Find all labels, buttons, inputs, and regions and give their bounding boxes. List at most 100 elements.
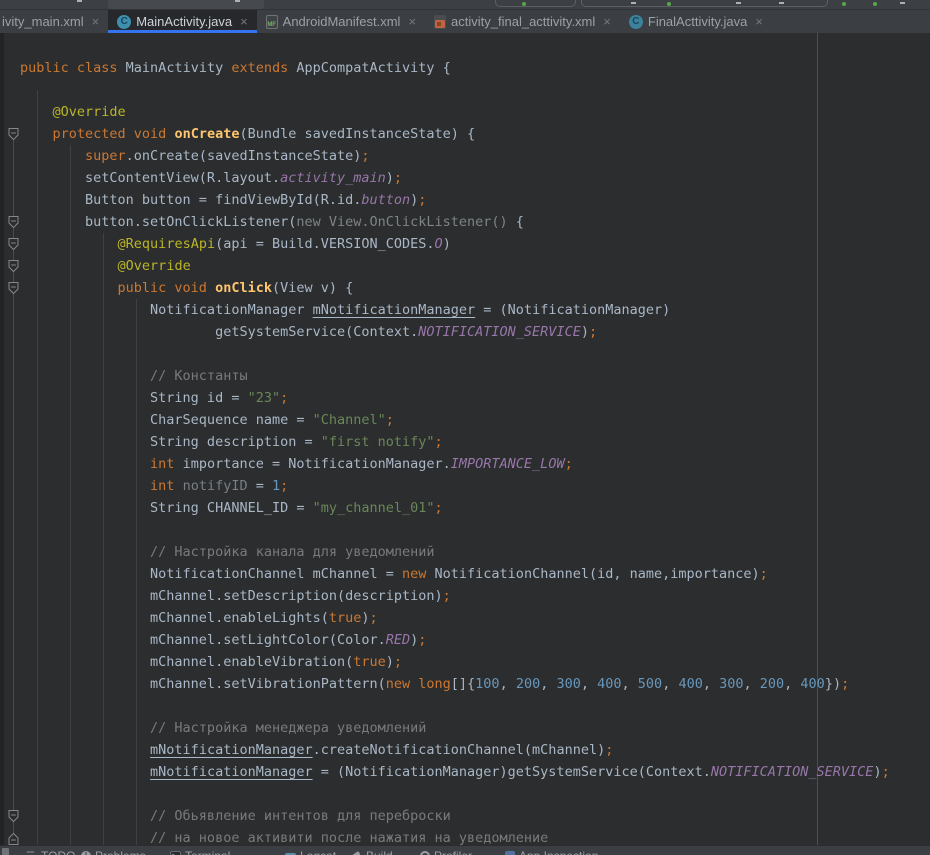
- tool-window-label: Profiler: [434, 849, 472, 855]
- fold-collapse-icon[interactable]: [8, 810, 19, 828]
- code-line: [20, 79, 890, 101]
- fold-collapse-icon[interactable]: [8, 216, 19, 234]
- code-line: mNotificationManager = (NotificationMana…: [20, 761, 890, 783]
- main-toolbar: [0, 0, 930, 10]
- build-icon: [351, 851, 362, 855]
- code-line: public class MainActivity extends AppCom…: [20, 57, 890, 79]
- fold-collapse-icon[interactable]: [8, 128, 19, 146]
- toolbar-icon-fragment: [900, 2, 905, 4]
- tab-activity-final-acttivity-xml[interactable]: activity_final_acttivity.xml ×: [425, 10, 620, 33]
- code-line: @Override: [20, 101, 890, 123]
- toolbar-icon-fragment: [631, 2, 636, 4]
- run-icon: [842, 2, 846, 6]
- code-line: mChannel.enableVibration(true);: [20, 651, 890, 673]
- tool-window-button-todo[interactable]: ☰ TODO: [26, 849, 75, 855]
- tab-label: ivity_main.xml: [2, 14, 84, 29]
- tab-label: FinalActtivity.java: [648, 14, 747, 29]
- code-line: // Константы: [20, 365, 890, 387]
- code-line: @RequiresApi(api = Build.VERSION_CODES.O…: [20, 233, 890, 255]
- tool-window-label: TODO: [41, 849, 75, 855]
- close-icon[interactable]: ×: [755, 14, 763, 29]
- code-line: [20, 519, 890, 541]
- code-line: // Настройка менеджера уведомлений: [20, 717, 890, 739]
- close-icon[interactable]: ×: [92, 14, 100, 29]
- toolbar-icon-fragment: [235, 0, 240, 2]
- debug-icon: [873, 2, 877, 6]
- code-line: @Override: [20, 255, 890, 277]
- tool-window-label: Logcat: [300, 849, 336, 855]
- code-line: mChannel.setLightColor(Color.RED);: [20, 629, 890, 651]
- inspection-icon: [505, 851, 515, 855]
- todo-icon: ☰: [26, 851, 37, 855]
- toolbar-icon-fragment: [736, 2, 741, 4]
- code-line: String CHANNEL_ID = "my_channel_01";: [20, 497, 890, 519]
- fold-collapse-icon[interactable]: [8, 282, 19, 300]
- problems-icon: !: [81, 851, 91, 855]
- toolbar-button-fragment[interactable]: [108, 0, 264, 9]
- code-line: int notifyID = 1;: [20, 475, 890, 497]
- code-line: mChannel.setVibrationPattern(new long[]{…: [20, 673, 890, 695]
- manifest-file-icon: MF: [266, 15, 278, 29]
- code-line: mChannel.setDescription(description);: [20, 585, 890, 607]
- code-line: [20, 695, 890, 717]
- tab-androidmanifest-xml[interactable]: MF AndroidManifest.xml ×: [257, 10, 425, 33]
- tool-window-button-terminal[interactable]: >_ Terminal: [170, 849, 230, 855]
- terminal-icon: >_: [170, 851, 181, 855]
- fold-collapse-icon[interactable]: [8, 238, 19, 256]
- tool-window-button-profiler[interactable]: Profiler: [420, 849, 472, 855]
- code-line: NotificationChannel mChannel = new Notif…: [20, 563, 890, 585]
- code-line: [20, 783, 890, 805]
- code-line: Button button = findViewById(R.id.button…: [20, 189, 890, 211]
- tab-finalacttivity-java[interactable]: C FinalActtivity.java ×: [620, 10, 772, 33]
- code-line: super.onCreate(savedInstanceState);: [20, 145, 890, 167]
- code-line: NotificationManager mNotificationManager…: [20, 299, 890, 321]
- code-line: int importance = NotificationManager.IMP…: [20, 453, 890, 475]
- tool-window-button-problems[interactable]: ! Problems: [81, 849, 146, 855]
- code-line: public void onClick(View v) {: [20, 277, 890, 299]
- run-config-button-fragment[interactable]: [495, 0, 576, 7]
- tool-window-button-app-inspection[interactable]: App Inspection: [505, 849, 598, 855]
- code-line: protected void onCreate(Bundle savedInst…: [20, 123, 890, 145]
- tool-window-label: Problems: [95, 849, 146, 855]
- fold-collapse-icon[interactable]: [8, 260, 19, 278]
- code-line: [20, 343, 890, 365]
- close-icon[interactable]: ×: [408, 14, 416, 29]
- tab-label: AndroidManifest.xml: [283, 14, 401, 29]
- code-line: mNotificationManager.createNotificationC…: [20, 739, 890, 761]
- tool-window-button-build[interactable]: Build: [351, 849, 393, 855]
- tab-label: MainActivity.java: [136, 14, 232, 29]
- code-line: // Обьявление интентов для переброски: [20, 805, 890, 827]
- tab-mainactivity-java[interactable]: C MainActivity.java ×: [108, 10, 256, 33]
- tool-window-label: App Inspection: [519, 849, 598, 855]
- run-icon: [522, 2, 526, 6]
- java-class-icon: C: [117, 15, 131, 29]
- code-line: getSystemService(Context.NOTIFICATION_SE…: [20, 321, 890, 343]
- run-icon: [667, 2, 671, 6]
- toolbar-icon-fragment: [77, 0, 82, 2]
- code-line: // Настройка канала для уведомлений: [20, 541, 890, 563]
- tab-ivity-main-xml[interactable]: ivity_main.xml ×: [0, 10, 108, 33]
- ide-window: ivity_main.xml × C MainActivity.java × MF Andr…: [0, 0, 930, 855]
- device-selector-fragment[interactable]: [581, 0, 828, 7]
- code-line: String id = "23";: [20, 387, 890, 409]
- code-editor[interactable]: public class MainActivity extends AppCom…: [20, 57, 890, 849]
- tab-label: activity_final_acttivity.xml: [451, 14, 595, 29]
- tool-window-label: Terminal: [185, 849, 230, 855]
- profiler-icon: [420, 851, 430, 855]
- layout-xml-file-icon: [434, 15, 446, 29]
- tool-window-label: Build: [366, 849, 393, 855]
- tool-window-icon-fragment[interactable]: [2, 848, 9, 855]
- close-icon[interactable]: ×: [240, 14, 248, 29]
- code-line: mChannel.enableLights(true);: [20, 607, 890, 629]
- code-line: setContentView(R.layout.activity_main);: [20, 167, 890, 189]
- code-line: button.setOnClickListener(new View.OnCli…: [20, 211, 890, 233]
- editor-left-edge: [0, 33, 4, 845]
- tool-window-button-logcat[interactable]: Logcat: [285, 849, 336, 855]
- editor-tab-bar: ivity_main.xml × C MainActivity.java × MF Andr…: [0, 10, 930, 33]
- toolbar-icon-fragment: [779, 2, 784, 4]
- code-line: String description = "first notify";: [20, 431, 890, 453]
- tool-window-bar: ☰ TODO! Problems >_ Terminal Logcat Build Profi…: [0, 845, 930, 855]
- code-line: CharSequence name = "Channel";: [20, 409, 890, 431]
- close-icon[interactable]: ×: [603, 14, 611, 29]
- java-class-icon: C: [629, 15, 643, 29]
